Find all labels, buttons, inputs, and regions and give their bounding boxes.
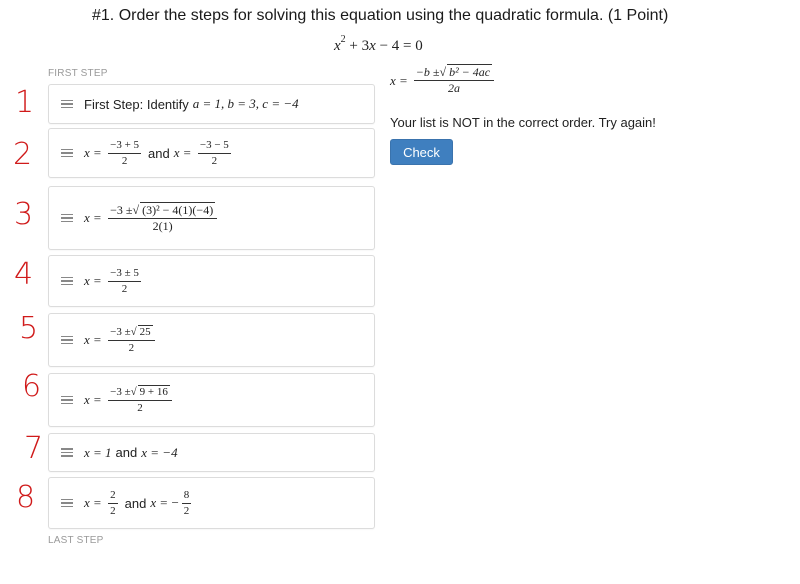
radical: (3)² − 4(1)(−4) <box>140 201 216 217</box>
last-step-label: LAST STEP <box>48 535 104 546</box>
radical: 9 + 16 <box>137 384 170 398</box>
handwritten-number: 1 <box>15 85 35 120</box>
handwritten-number: 7 <box>24 431 44 466</box>
drag-handle-icon[interactable] <box>61 335 73 345</box>
question-title: #1. Order the steps for solving this equ… <box>92 7 669 24</box>
step-item-identify[interactable]: First Step: Identify a = 1, b = 3, c = −… <box>48 84 375 124</box>
fraction: −3 ±√ (3)² − 4(1)(−4) 2(1) <box>108 201 218 233</box>
handwritten-number: 5 <box>19 311 39 346</box>
drag-handle-icon[interactable] <box>61 148 73 158</box>
fraction: −3 − 5 2 <box>197 138 231 167</box>
connector-text: and <box>115 445 138 460</box>
fraction: −3 ±√ 25 2 <box>108 324 155 355</box>
feedback-message: Your list is NOT in the correct order. T… <box>390 115 656 130</box>
step-math: a = 1, b = 3, c = −4 <box>192 96 299 111</box>
connector-text: and <box>124 495 147 511</box>
radical: 25 <box>137 324 153 338</box>
fraction: 8 2 <box>181 488 192 517</box>
step-item-solutions[interactable]: x = 1 and x = −4 <box>48 433 375 472</box>
quadratic-formula: x = −b ±√ b² − 4ac 2a <box>390 64 497 95</box>
question-equation: x2 + 3x − 4 = 0 <box>334 34 423 54</box>
fraction: 2 2 <box>108 488 118 517</box>
step-item-split[interactable]: x = −3 + 5 2 and x = −3 − 5 2 <box>48 128 375 178</box>
first-step-label: FIRST STEP <box>48 68 108 79</box>
fraction: −3 ±√ 9 + 16 2 <box>108 384 172 415</box>
drag-handle-icon[interactable] <box>61 395 73 405</box>
handwritten-number: 8 <box>16 480 36 515</box>
drag-handle-icon[interactable] <box>61 498 73 508</box>
connector-text: and <box>148 145 170 161</box>
step-item-simplified[interactable]: x = −3 ± 5 2 <box>48 255 375 307</box>
fraction: −3 + 5 2 <box>108 138 142 167</box>
step-item-sqrt9plus16[interactable]: x = −3 ±√ 9 + 16 2 <box>48 373 375 427</box>
fraction: −3 ± 5 2 <box>108 266 141 295</box>
step-text: First Step: Identify <box>84 96 189 112</box>
drag-handle-icon[interactable] <box>61 99 73 109</box>
handwritten-number: 6 <box>22 369 42 404</box>
fraction: −b ±√ b² − 4ac 2a <box>413 64 495 95</box>
drag-handle-icon[interactable] <box>61 213 73 223</box>
radical: b² − 4ac <box>447 64 493 79</box>
handwritten-number: 3 <box>14 197 34 232</box>
step-item-sqrt25[interactable]: x = −3 ±√ 25 2 <box>48 313 375 367</box>
handwritten-number: 2 <box>13 137 33 172</box>
step-item-substitute[interactable]: x = −3 ±√ (3)² − 4(1)(−4) 2(1) <box>48 186 375 250</box>
step-item-fractions[interactable]: x = 2 2 and x = − 8 2 <box>48 477 375 529</box>
drag-handle-icon[interactable] <box>61 276 73 286</box>
drag-handle-icon[interactable] <box>61 448 73 457</box>
handwritten-number: 4 <box>14 257 34 292</box>
check-button[interactable]: Check <box>390 139 453 165</box>
